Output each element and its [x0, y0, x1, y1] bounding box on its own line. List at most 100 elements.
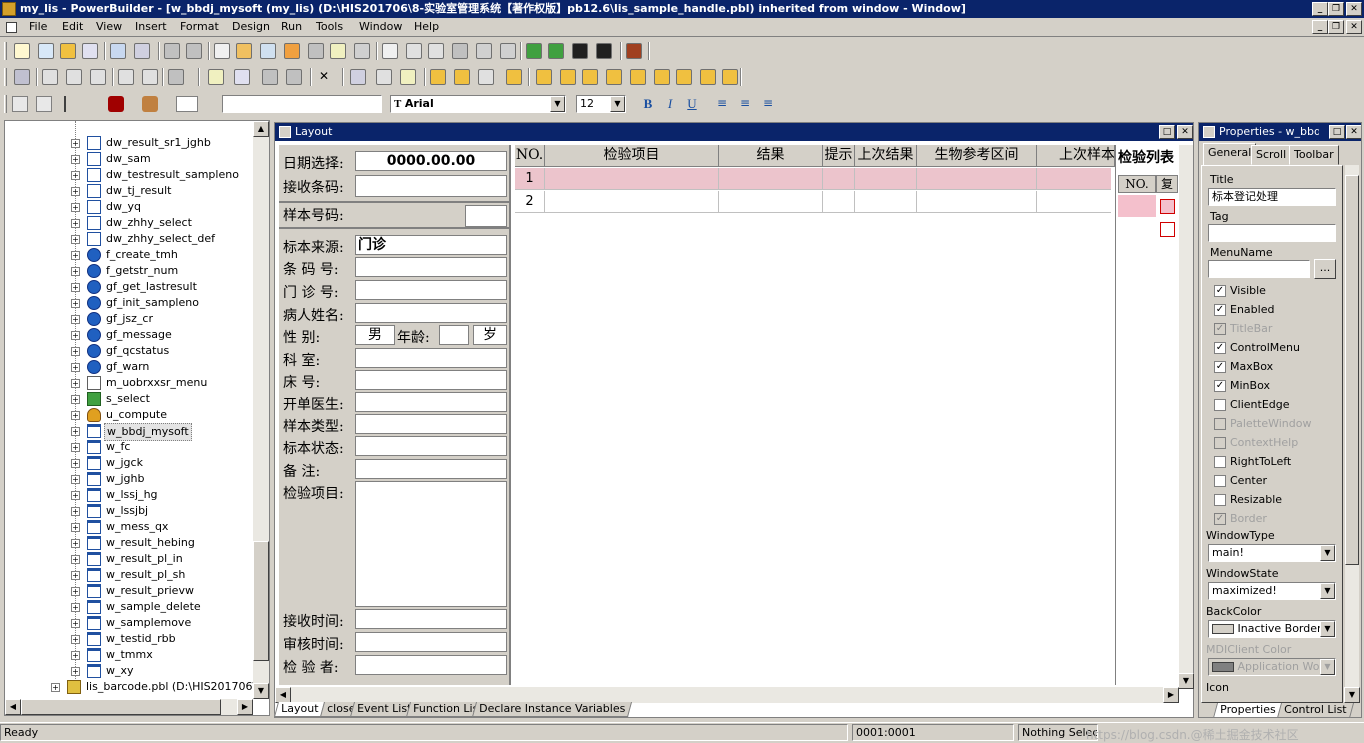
binary2-icon[interactable]	[428, 43, 444, 59]
binary-icon[interactable]	[406, 43, 422, 59]
expand-icon[interactable]: +	[71, 379, 80, 388]
close-button[interactable]: ✕	[1346, 2, 1362, 16]
chevron-down-icon[interactable]: ▼	[550, 96, 565, 112]
obj8-icon[interactable]	[700, 69, 716, 85]
expand-icon[interactable]: +	[71, 251, 80, 260]
sample-no-field[interactable]	[465, 205, 507, 227]
tree-item[interactable]: + w_jgck	[5, 455, 269, 471]
remark-field[interactable]	[355, 459, 507, 479]
col-header-no[interactable]: NO.	[515, 145, 545, 167]
tree-item[interactable]: + m_uobrxxsr_menu	[5, 375, 269, 391]
receive-barcode-field[interactable]	[355, 175, 507, 197]
tree-item[interactable]: + w_xy	[5, 663, 269, 679]
border-style-icon[interactable]	[176, 96, 198, 112]
list-row-highlight[interactable]	[1118, 195, 1156, 217]
expand-icon[interactable]: +	[51, 683, 60, 692]
inherit-icon[interactable]	[38, 43, 54, 59]
list-col-review[interactable]: 复	[1156, 175, 1178, 193]
scroll-up-icon[interactable]: ▲	[253, 121, 269, 137]
menu-window[interactable]: Window	[359, 20, 402, 34]
expand-icon[interactable]: +	[71, 139, 80, 148]
scroll-left-icon[interactable]: ◀	[5, 699, 21, 715]
doc-minimize-button[interactable]: _	[1312, 20, 1328, 34]
checkbox-enabled[interactable]: ✓	[1214, 304, 1226, 316]
run2-icon[interactable]	[596, 43, 612, 59]
scroll-down-icon[interactable]: ▼	[1178, 673, 1194, 689]
style-combo[interactable]	[222, 95, 382, 113]
text-color-icon[interactable]	[108, 96, 124, 112]
chevron-down-icon[interactable]: ▼	[1320, 621, 1335, 637]
tree-item[interactable]: + gf_message	[5, 327, 269, 343]
tree-item[interactable]: + s_select	[5, 391, 269, 407]
copy-icon[interactable]	[66, 69, 82, 85]
control-icon[interactable]	[168, 69, 184, 85]
tree-horizontal-scrollbar[interactable]: ◀ ▶	[5, 699, 253, 715]
comment2-icon[interactable]	[400, 69, 416, 85]
library2-icon[interactable]	[506, 69, 522, 85]
italic-button[interactable]: I	[662, 96, 678, 112]
tab-layout[interactable]: Layout	[273, 702, 326, 717]
layout-maximize-button[interactable]: □	[1159, 125, 1175, 139]
window-titlebar[interactable]: my_lis - PowerBuilder - [w_bbdj_mysoft (…	[0, 0, 1364, 18]
menu-insert[interactable]: Insert	[135, 20, 167, 34]
deploy-icon[interactable]	[186, 43, 202, 59]
comment-icon[interactable]	[376, 69, 392, 85]
menuname-browse-button[interactable]: ...	[1314, 259, 1336, 279]
toolbar-grip[interactable]	[4, 68, 7, 86]
layout-close-button[interactable]: ✕	[1177, 125, 1193, 139]
col-header-reference[interactable]: 生物参考区间	[917, 145, 1037, 167]
tree-item[interactable]: + w_bbdj_mysoft	[5, 423, 269, 441]
expand-icon[interactable]: +	[71, 395, 80, 404]
properties-close-button[interactable]: ✕	[1346, 125, 1361, 139]
tab-properties[interactable]: Properties	[1212, 703, 1283, 718]
expand-icon[interactable]: +	[71, 667, 80, 676]
align-icon[interactable]	[64, 96, 80, 112]
grid-icon[interactable]	[286, 69, 302, 85]
windowstate-select[interactable]: maximized! ▼	[1208, 582, 1336, 600]
checkbox-center[interactable]	[1214, 475, 1226, 487]
expand-icon[interactable]: +	[71, 411, 80, 420]
expand-icon[interactable]: +	[71, 283, 80, 292]
tree-item[interactable]: + dw_zhhy_select_def	[5, 231, 269, 247]
col-header-hint[interactable]: 提示	[823, 145, 855, 167]
tree-item[interactable]: + w_jghb	[5, 471, 269, 487]
tag-input[interactable]	[1208, 224, 1336, 242]
expand-icon[interactable]: +	[71, 491, 80, 500]
tree-item[interactable]: + gf_qcstatus	[5, 343, 269, 359]
expand-icon[interactable]: +	[71, 267, 80, 276]
expand-icon[interactable]: +	[71, 539, 80, 548]
align-center-icon[interactable]: ≡	[737, 96, 753, 112]
tree-item[interactable]: + dw_yq	[5, 199, 269, 215]
tree-vertical-scrollbar[interactable]: ▲ ▼	[253, 121, 269, 699]
tree-library-item[interactable]: + lis_barcode.pbl (D:\HIS201706\8-实	[5, 679, 269, 695]
checkbox-clientedge[interactable]	[1214, 399, 1226, 411]
tree-item[interactable]: + dw_tj_result	[5, 183, 269, 199]
document-control-menu-icon[interactable]	[6, 22, 17, 33]
paste-icon[interactable]	[90, 69, 106, 85]
expand-icon[interactable]: +	[71, 187, 80, 196]
checkbox-maxbox[interactable]: ✓	[1214, 361, 1226, 373]
tab-order-icon[interactable]	[208, 69, 224, 85]
checkbox-visible[interactable]: ✓	[1214, 285, 1226, 297]
tree-item[interactable]: + w_result_hebing	[5, 535, 269, 551]
test-list-panel[interactable]: 检验列表 NO. 复	[1115, 145, 1179, 685]
expand-icon[interactable]: +	[71, 523, 80, 532]
exit-icon[interactable]	[626, 43, 642, 59]
tree-item[interactable]: + w_result_pl_in	[5, 551, 269, 567]
doc-restore-button[interactable]: ❐	[1328, 20, 1344, 34]
expand-icon[interactable]: +	[71, 587, 80, 596]
send-back-icon[interactable]	[36, 96, 52, 112]
menu-run[interactable]: Run	[281, 20, 302, 34]
scroll-down-icon[interactable]: ▼	[1344, 687, 1360, 703]
expand-icon[interactable]: +	[71, 347, 80, 356]
tester-field[interactable]	[355, 655, 507, 675]
obj7-icon[interactable]	[676, 69, 692, 85]
col-header-item[interactable]: 检验项目	[545, 145, 719, 167]
properties-scrollbar[interactable]: ▼	[1344, 165, 1360, 703]
abc-icon[interactable]	[478, 69, 494, 85]
library-icon[interactable]	[110, 43, 126, 59]
scroll-thumb[interactable]	[253, 541, 269, 661]
sample-type-field[interactable]	[355, 414, 507, 434]
tab-general[interactable]: General	[1203, 143, 1257, 165]
expand-icon[interactable]: +	[71, 299, 80, 308]
